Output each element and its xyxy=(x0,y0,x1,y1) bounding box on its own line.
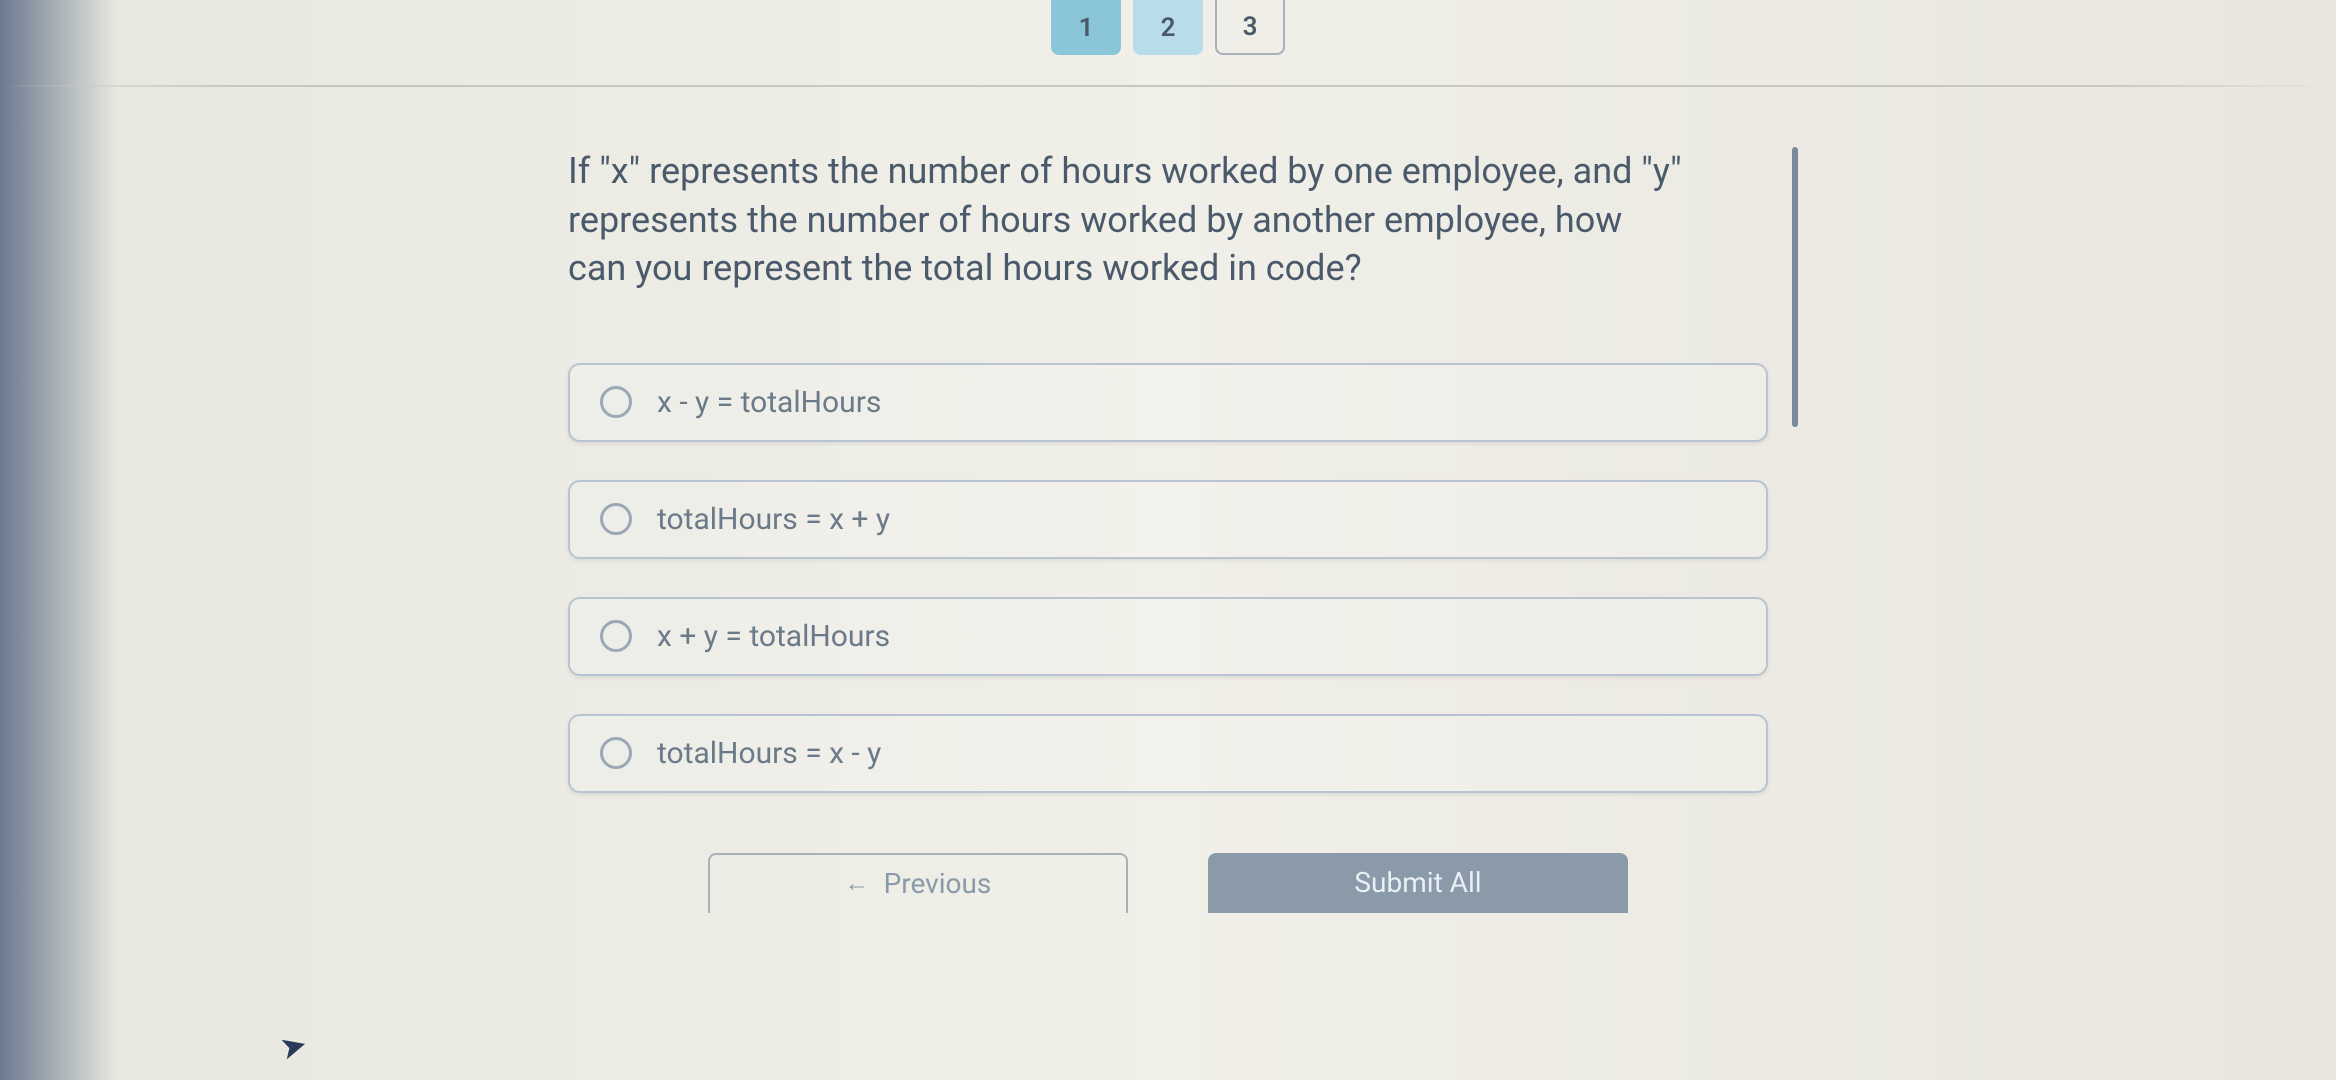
option-2[interactable]: totalHours = x + y xyxy=(568,480,1768,559)
previous-button-label: Previous xyxy=(884,867,992,900)
page-tab-label: 1 xyxy=(1079,13,1094,43)
button-row: ← Previous Submit All xyxy=(568,853,1768,913)
question-text: If "x" represents the number of hours wo… xyxy=(568,147,1768,293)
radio-icon xyxy=(600,620,632,652)
page-tab-1[interactable]: 1 xyxy=(1051,0,1121,55)
scrollbar[interactable] xyxy=(1792,147,1798,427)
option-1[interactable]: x - y = totalHours xyxy=(568,363,1768,442)
page-tab-3[interactable]: 3 xyxy=(1215,0,1285,55)
content-wrapper: If "x" represents the number of hours wo… xyxy=(0,147,2336,913)
previous-button[interactable]: ← Previous xyxy=(708,853,1128,913)
arrow-left-icon: ← xyxy=(845,869,869,898)
page-tab-label: 3 xyxy=(1243,12,1258,42)
question-area: If "x" represents the number of hours wo… xyxy=(568,147,1768,913)
radio-icon xyxy=(600,386,632,418)
option-label: totalHours = x - y xyxy=(657,736,881,771)
option-3[interactable]: x + y = totalHours xyxy=(568,597,1768,676)
page-tab-2[interactable]: 2 xyxy=(1133,0,1203,55)
cursor-icon: ➤ xyxy=(276,1024,312,1068)
option-4[interactable]: totalHours = x - y xyxy=(568,714,1768,793)
submit-button-label: Submit All xyxy=(1354,866,1481,899)
page-tab-label: 2 xyxy=(1161,13,1176,43)
option-label: totalHours = x + y xyxy=(657,502,890,537)
radio-icon xyxy=(600,503,632,535)
submit-all-button[interactable]: Submit All xyxy=(1208,853,1628,913)
option-label: x + y = totalHours xyxy=(657,619,890,654)
header-divider xyxy=(0,85,2336,87)
radio-icon xyxy=(600,737,632,769)
options-list: x - y = totalHours totalHours = x + y x … xyxy=(568,363,1768,793)
option-label: x - y = totalHours xyxy=(657,385,881,420)
pagination-tabs: 1 2 3 xyxy=(0,0,2336,55)
